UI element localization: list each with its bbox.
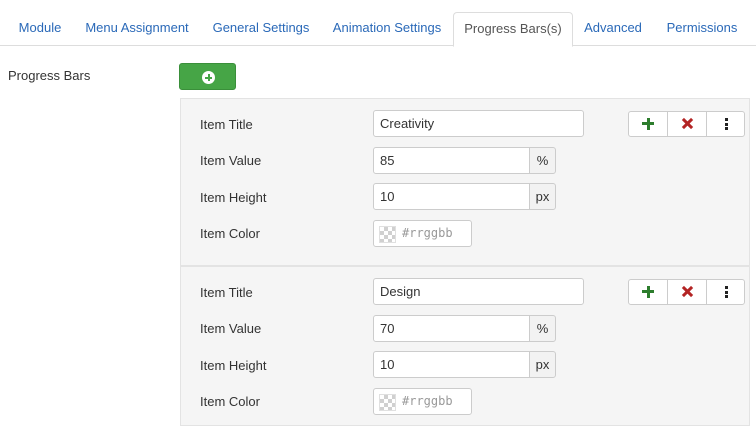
- progress-bars-label: Progress Bars: [8, 68, 91, 83]
- item-value-label: Item Value: [200, 321, 262, 336]
- color-swatch-icon: [379, 394, 396, 411]
- progress-bar-item: Item Title Design Item Value 70 % Item H…: [180, 266, 750, 426]
- plus-icon[interactable]: [629, 112, 667, 136]
- item-color-label: Item Color: [200, 226, 260, 241]
- item-color-input[interactable]: #rrggbb: [373, 220, 472, 247]
- item-height-input[interactable]: 10: [373, 351, 530, 378]
- item-actions: [628, 279, 745, 305]
- percent-addon: %: [529, 147, 556, 174]
- x-icon[interactable]: [667, 280, 705, 304]
- item-height-label: Item Height: [200, 358, 267, 373]
- color-swatch-icon: [379, 226, 396, 243]
- more-vertical-icon[interactable]: [705, 112, 744, 136]
- item-title-label: Item Title: [200, 117, 253, 132]
- item-value-input[interactable]: 70: [373, 315, 530, 342]
- item-height-label: Item Height: [200, 190, 267, 205]
- item-value-input[interactable]: 85: [373, 147, 530, 174]
- item-value-label: Item Value: [200, 153, 262, 168]
- px-addon: px: [529, 183, 556, 210]
- tab-animation-settings[interactable]: Animation Settings: [324, 12, 450, 46]
- item-title-input[interactable]: Design: [373, 278, 584, 305]
- tab-menu-assignment[interactable]: Menu Assignment: [76, 12, 198, 46]
- tab-permissions[interactable]: Permissions: [655, 12, 749, 46]
- progress-bar-item: Item Title Creativity Item Value 85 % It…: [180, 98, 750, 266]
- tab-module[interactable]: Module: [8, 12, 72, 46]
- item-height-input[interactable]: 10: [373, 183, 530, 210]
- color-placeholder: #rrggbb: [402, 226, 453, 240]
- more-vertical-icon[interactable]: [705, 280, 744, 304]
- add-progress-bar-button[interactable]: [179, 63, 236, 90]
- color-placeholder: #rrggbb: [402, 394, 453, 408]
- item-color-input[interactable]: #rrggbb: [373, 388, 472, 415]
- item-title-input[interactable]: Creativity: [373, 110, 584, 137]
- item-actions: [628, 111, 745, 137]
- item-color-label: Item Color: [200, 394, 260, 409]
- x-icon[interactable]: [667, 112, 705, 136]
- tab-progress-bars[interactable]: Progress Bars(s): [453, 12, 573, 47]
- plus-icon[interactable]: [629, 280, 667, 304]
- tab-bar: Module Menu Assignment General Settings …: [0, 0, 756, 47]
- px-addon: px: [529, 351, 556, 378]
- tab-general-settings[interactable]: General Settings: [202, 12, 320, 46]
- plus-circle-icon: [202, 71, 215, 84]
- item-title-label: Item Title: [200, 285, 253, 300]
- tab-advanced[interactable]: Advanced: [577, 12, 649, 46]
- percent-addon: %: [529, 315, 556, 342]
